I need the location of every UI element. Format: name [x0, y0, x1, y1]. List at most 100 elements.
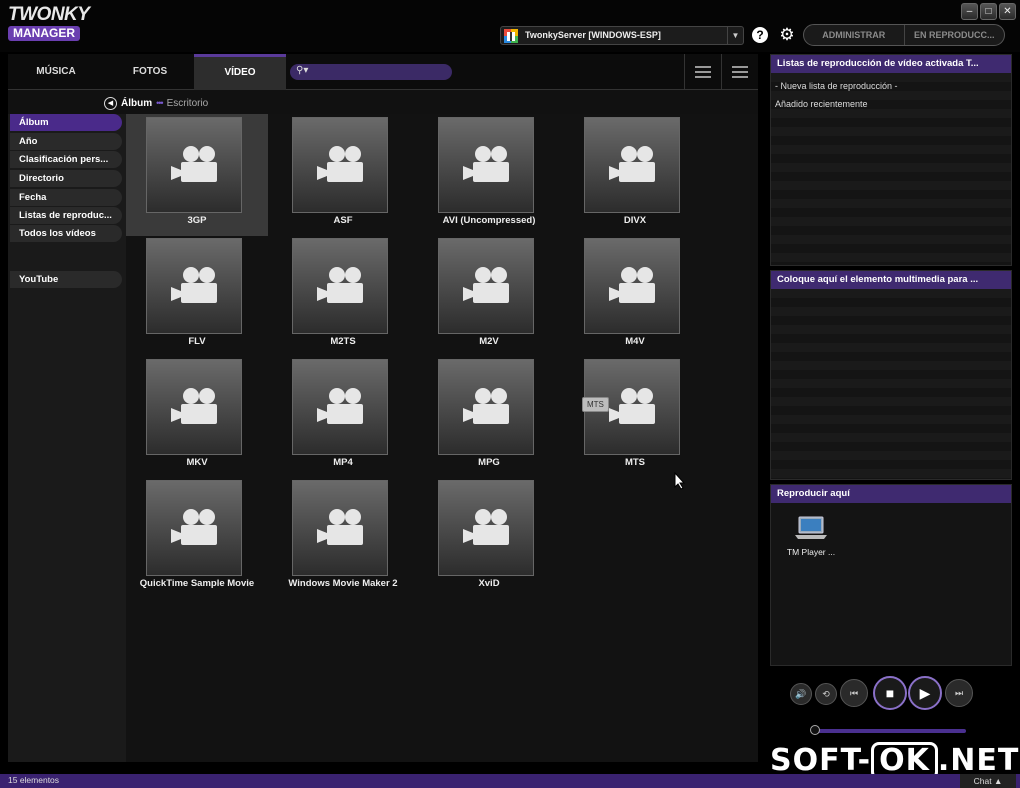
grid-view-button[interactable] — [684, 54, 720, 90]
tab-photos[interactable]: FOTOS — [104, 54, 196, 90]
now-playing-button[interactable]: EN REPRODUCC... — [905, 25, 1005, 45]
device-name: TM Player ... — [786, 547, 836, 557]
right-pane: Listas de reproducción de vídeo activada… — [770, 54, 1012, 666]
video-folder[interactable]: Windows Movie Maker 2 — [272, 477, 414, 599]
folder-label: AVI (Uncompressed) — [442, 215, 536, 226]
list-view-icon — [732, 66, 748, 78]
video-grid: 3GP ASF AVI (Uncompressed) DIVX FLV M2TS M2V M4… — [126, 114, 758, 762]
video-camera-icon — [463, 388, 509, 424]
video-camera-icon — [463, 146, 509, 182]
tab-video[interactable]: VÍDEO — [194, 54, 286, 90]
video-camera-icon — [317, 388, 363, 424]
video-folder[interactable]: M2V — [418, 235, 560, 357]
sidebar-item-all-videos[interactable]: Todos los vídeos — [10, 225, 122, 242]
breadcrumb-current[interactable]: Álbum — [121, 98, 152, 109]
tab-music[interactable]: MÚSICA — [8, 54, 104, 90]
previous-icon[interactable]: ⏮ — [840, 679, 868, 707]
sidebar-item-rating[interactable]: Clasificación pers... — [10, 151, 122, 168]
video-folder[interactable]: QuickTime Sample Movie — [126, 477, 268, 599]
seek-handle[interactable] — [810, 725, 820, 735]
video-folder[interactable]: AVI (Uncompressed) — [418, 114, 560, 236]
sidebar-item-year[interactable]: Año — [10, 133, 122, 150]
folder-label: M2V — [479, 336, 499, 347]
window-controls: – □ ✕ — [961, 3, 1016, 20]
server-name: TwonkyServer [WINDOWS-ESP] — [525, 30, 661, 40]
server-selector[interactable]: TwonkyServer [WINDOWS-ESP] ▼ — [500, 26, 744, 45]
app-logo: TWONKY MANAGER — [8, 5, 90, 46]
video-folder[interactable]: MP4 — [272, 356, 414, 478]
tooltip: MTS — [582, 397, 609, 412]
help-icon[interactable]: ? — [752, 27, 768, 43]
folder-thumbnail — [292, 359, 388, 455]
folder-label: M4V — [625, 336, 645, 347]
category-sidebar: Álbum Año Clasificación pers... Director… — [8, 114, 126, 762]
play-icon[interactable]: ▶ — [908, 676, 942, 710]
folder-thumbnail — [146, 480, 242, 576]
stop-icon[interactable]: ■ — [873, 676, 907, 710]
back-icon[interactable]: ◀ — [104, 96, 117, 110]
video-folder[interactable]: M4V — [564, 235, 706, 357]
folder-thumbnail — [292, 238, 388, 334]
administrar-button[interactable]: ADMINISTRAR — [804, 25, 905, 45]
video-camera-icon — [317, 146, 363, 182]
folder-thumbnail — [438, 359, 534, 455]
folder-label: MPG — [478, 457, 500, 468]
player-controls: 🔊 ⟲ ⏮ ■ ▶ ⏭ — [790, 676, 980, 710]
chevron-down-icon[interactable]: ▼ — [727, 27, 743, 44]
video-camera-icon — [609, 388, 655, 424]
folder-label: MP4 — [333, 457, 353, 468]
video-folder[interactable]: FLV — [126, 235, 268, 357]
video-folder[interactable]: DIVX — [564, 114, 706, 236]
sidebar-item-album[interactable]: Álbum — [10, 114, 122, 131]
close-icon[interactable]: ✕ — [999, 3, 1016, 20]
folder-label: QuickTime Sample Movie — [139, 578, 255, 589]
media-tabs: MÚSICA FOTOS VÍDEO ⚲▾ — [8, 54, 758, 90]
play-here-title: Reproducir aquí — [771, 485, 1011, 503]
minimize-icon[interactable]: – — [961, 3, 978, 20]
breadcrumb-separator: ••• — [156, 98, 164, 108]
list-item[interactable]: - Nueva lista de reproducción - — [771, 77, 1011, 95]
folder-thumbnail — [438, 238, 534, 334]
video-folder[interactable]: MKV — [126, 356, 268, 478]
sidebar-item-date[interactable]: Fecha — [10, 189, 122, 206]
list-view-button[interactable] — [721, 54, 757, 90]
breadcrumb: ◀ Álbum ••• Escritorio — [104, 96, 208, 110]
list-item[interactable]: Añadido recientemente — [771, 95, 1011, 113]
video-folder[interactable]: 3GP — [126, 114, 268, 236]
video-folder[interactable]: M2TS — [272, 235, 414, 357]
video-folder[interactable]: ASF — [272, 114, 414, 236]
folder-thumbnail — [584, 117, 680, 213]
search-icon: ⚲▾ — [296, 65, 309, 76]
folder-label: FLV — [188, 336, 206, 347]
repeat-icon[interactable]: ⟲ — [815, 683, 837, 705]
video-folder[interactable]: MPG — [418, 356, 560, 478]
chat-button[interactable]: Chat ▲ — [960, 774, 1016, 788]
drop-title: Coloque aquí el elemento multimedia para… — [771, 271, 1011, 289]
video-folder[interactable]: XviD — [418, 477, 560, 599]
drop-area[interactable] — [771, 289, 1011, 479]
video-folder[interactable]: MTS — [564, 356, 706, 478]
playlist-list: - Nueva lista de reproducción - Añadido … — [771, 73, 1011, 265]
laptop-icon — [795, 516, 827, 539]
status-bar: 15 elementos Chat ▲ — [0, 774, 1020, 788]
folder-thumbnail — [438, 480, 534, 576]
play-here-panel: Reproducir aquí TM Player ... — [770, 484, 1012, 666]
video-camera-icon — [171, 146, 217, 182]
restore-icon[interactable]: □ — [980, 3, 997, 20]
gear-icon[interactable]: ⚙ — [778, 26, 796, 44]
folder-label: 3GP — [187, 215, 207, 226]
device-tm-player[interactable]: TM Player ... — [781, 515, 841, 557]
search-input[interactable]: ⚲▾ — [290, 64, 452, 80]
next-icon[interactable]: ⏭ — [945, 679, 973, 707]
video-camera-icon — [463, 509, 509, 545]
mouse-cursor-icon — [674, 472, 686, 490]
video-camera-icon — [171, 267, 217, 303]
drop-panel: Coloque aquí el elemento multimedia para… — [770, 270, 1012, 480]
seek-bar[interactable] — [810, 725, 966, 735]
folder-label: M2TS — [330, 336, 356, 347]
sidebar-item-youtube[interactable]: YouTube — [10, 271, 122, 288]
sidebar-item-directory[interactable]: Directorio — [10, 170, 122, 187]
folder-thumbnail — [292, 480, 388, 576]
sidebar-item-playlists[interactable]: Listas de reproduc... — [10, 207, 122, 224]
volume-icon[interactable]: 🔊 — [790, 683, 812, 705]
